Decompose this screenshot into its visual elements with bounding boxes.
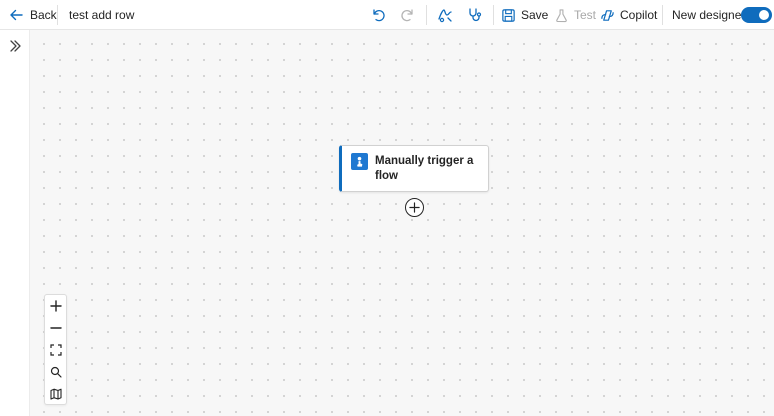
new-designer-toggle[interactable]: [741, 7, 772, 23]
undo-icon: [373, 9, 385, 22]
save-button[interactable]: Save: [501, 6, 548, 24]
search-icon: [50, 366, 62, 378]
flow-checker-button[interactable]: [436, 6, 454, 24]
redo-icon: [401, 9, 413, 22]
flask-icon: [556, 8, 567, 22]
save-icon: [502, 8, 515, 22]
back-button[interactable]: Back: [8, 5, 57, 25]
flow-title: test add row: [69, 8, 135, 22]
zoom-in-button[interactable]: [45, 295, 66, 317]
zoom-controls: [44, 294, 67, 405]
back-label: Back: [30, 8, 57, 22]
zoom-out-button[interactable]: [45, 317, 66, 339]
health-check-button[interactable]: [466, 6, 484, 24]
search-button[interactable]: [45, 361, 66, 383]
arrow-left-icon: [10, 9, 23, 21]
toggle-knob: [759, 10, 769, 20]
chevron-double-right-icon[interactable]: [7, 38, 23, 54]
plus-circle-icon: [409, 202, 420, 213]
zoom-in-icon: [49, 300, 62, 312]
test-label: Test: [574, 8, 597, 22]
minimap-icon: [49, 388, 62, 400]
divider: [57, 5, 58, 25]
manual-trigger-icon: [351, 153, 368, 170]
fit-view-icon: [49, 344, 62, 356]
zoom-out-icon: [49, 327, 62, 329]
test-button[interactable]: Test: [554, 6, 596, 24]
divider: [426, 5, 427, 25]
fit-view-button[interactable]: [45, 339, 66, 361]
trigger-node[interactable]: Manually trigger a flow: [339, 145, 489, 192]
divider: [662, 5, 663, 25]
minimap-button[interactable]: [45, 383, 66, 405]
save-label: Save: [521, 8, 549, 22]
undo-button[interactable]: [369, 6, 387, 24]
stethoscope-icon: [469, 8, 482, 22]
designer-canvas[interactable]: Manually trigger a flow: [30, 30, 774, 416]
copilot-button[interactable]: Copilot: [600, 6, 657, 24]
left-rail: [0, 30, 30, 416]
copilot-label: Copilot: [620, 8, 658, 22]
add-step-button[interactable]: [405, 198, 424, 217]
redo-button[interactable]: [399, 6, 417, 24]
new-designer-label: New designer: [672, 8, 746, 22]
trigger-node-title: Manually trigger a flow: [375, 155, 474, 182]
top-bar: Back test add row Save Test Copilot New …: [0, 0, 774, 30]
divider: [493, 5, 494, 25]
copilot-icon: [601, 9, 614, 21]
flow-checker-icon: [438, 9, 452, 23]
